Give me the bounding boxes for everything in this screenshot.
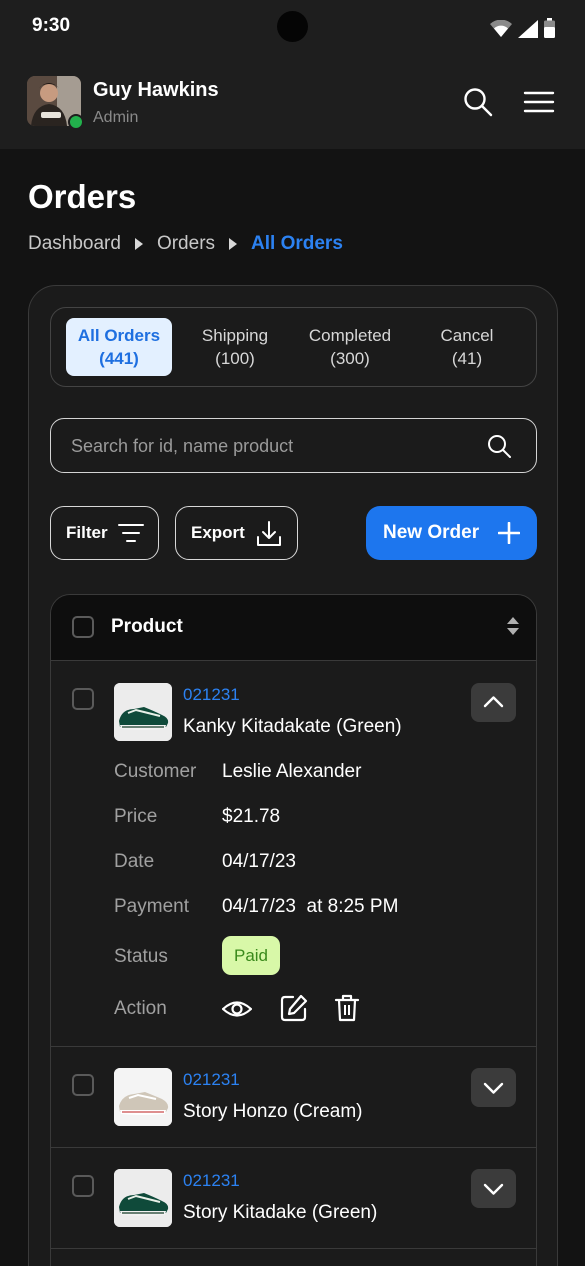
select-all-checkbox[interactable] (72, 616, 94, 638)
product-image (114, 1068, 172, 1126)
row-checkbox[interactable] (72, 1074, 94, 1096)
menu-icon[interactable] (523, 86, 555, 118)
orders-card: All Orders (441) Shipping (100) Complete… (28, 285, 558, 1266)
page-title: Orders (28, 178, 137, 215)
online-status-dot (68, 114, 84, 130)
breadcrumb-separator-icon (229, 238, 238, 250)
row-checkbox[interactable] (72, 1175, 94, 1197)
date-label: Date (114, 851, 155, 872)
order-id[interactable]: 021231 (183, 685, 240, 705)
sort-icon[interactable] (507, 617, 519, 635)
table-row: 021231 Kanky Kitadakate (Green) Customer… (51, 661, 536, 1047)
battery-icon (544, 18, 555, 38)
expand-row-button[interactable] (471, 1068, 516, 1107)
customer-value: Leslie Alexander (222, 761, 362, 782)
filter-button[interactable]: Filter (50, 506, 159, 560)
status-time: 9:30 (32, 15, 71, 36)
search-box (50, 418, 537, 473)
new-order-button-label: New Order (383, 522, 480, 543)
tab-count: (300) (330, 349, 370, 368)
row-checkbox[interactable] (72, 688, 94, 710)
tab-count: (100) (215, 349, 255, 368)
table-row: 021231 Story Kitadake (Green) (51, 1148, 536, 1249)
order-tabs: All Orders (441) Shipping (100) Complete… (50, 307, 537, 387)
chevron-up-icon (483, 696, 504, 708)
tab-label: Shipping (201, 326, 269, 345)
status-icons (490, 16, 555, 38)
filter-button-label: Filter (66, 523, 108, 542)
column-header-product: Product (111, 616, 183, 637)
search-icon[interactable] (462, 86, 494, 118)
table-row: 021231 Story Honzo (Cream) (51, 1047, 536, 1148)
edit-icon[interactable] (279, 993, 309, 1023)
breadcrumb-separator-icon (134, 238, 143, 250)
payment-value: 04/17/23 at 8:25 PM (222, 896, 399, 917)
trash-icon[interactable] (332, 993, 362, 1023)
tab-label: Cancel (440, 326, 494, 345)
tab-label: All Orders (77, 326, 161, 345)
order-id[interactable]: 021231 (183, 1070, 240, 1090)
order-id[interactable]: 021231 (183, 1171, 240, 1191)
new-order-button[interactable]: New Order (366, 506, 537, 560)
breadcrumb: Dashboard Orders All Orders (28, 232, 343, 256)
status-bar: 9:30 (0, 0, 585, 52)
user-name: Guy Hawkins (93, 79, 219, 101)
breadcrumb-dashboard[interactable]: Dashboard (28, 233, 121, 255)
product-name: Story Honzo (Cream) (183, 1101, 363, 1122)
product-image (114, 683, 172, 741)
tab-count: (41) (451, 349, 483, 368)
app-header: Guy Hawkins Admin (0, 52, 585, 149)
date-value: 04/17/23 (222, 851, 296, 872)
status-label: Status (114, 946, 168, 967)
tab-all-orders[interactable]: All Orders (441) (66, 318, 172, 376)
orders-table: Product 021231 Kanky Kitadakate (Green) (50, 594, 537, 1266)
breadcrumb-orders[interactable]: Orders (157, 233, 215, 255)
tab-count: (441) (99, 349, 139, 368)
plus-icon (498, 522, 520, 544)
tab-label: Completed (308, 326, 392, 345)
chevron-down-icon (483, 1183, 504, 1195)
wifi-icon (490, 20, 512, 37)
price-label: Price (114, 806, 158, 827)
export-button-label: Export (191, 523, 245, 542)
product-image (114, 1169, 172, 1227)
price-value: $21.78 (222, 806, 281, 827)
expand-row-button[interactable] (471, 1169, 516, 1208)
eye-icon[interactable] (222, 994, 252, 1024)
status-badge: Paid (222, 936, 280, 975)
tab-shipping[interactable]: Shipping (100) (182, 318, 288, 376)
chevron-down-icon (483, 1082, 504, 1094)
download-icon (257, 521, 281, 546)
search-icon[interactable] (486, 433, 512, 459)
signal-icon (518, 20, 538, 38)
table-header: Product (51, 595, 536, 661)
tab-cancel[interactable]: Cancel (41) (414, 318, 520, 376)
breadcrumb-all-orders: All Orders (251, 233, 343, 254)
product-name: Story Kitadake (Green) (183, 1202, 378, 1223)
filter-icon (118, 524, 144, 542)
export-button[interactable]: Export (175, 506, 298, 560)
user-role: Admin (93, 109, 139, 126)
search-input[interactable] (71, 433, 461, 459)
tab-completed[interactable]: Completed (300) (297, 318, 403, 376)
collapse-row-button[interactable] (471, 683, 516, 722)
product-name: Kanky Kitadakate (Green) (183, 716, 402, 737)
payment-label: Payment (114, 896, 189, 917)
action-label: Action (114, 998, 167, 1019)
customer-label: Customer (114, 761, 197, 782)
camera-cutout (277, 11, 308, 42)
